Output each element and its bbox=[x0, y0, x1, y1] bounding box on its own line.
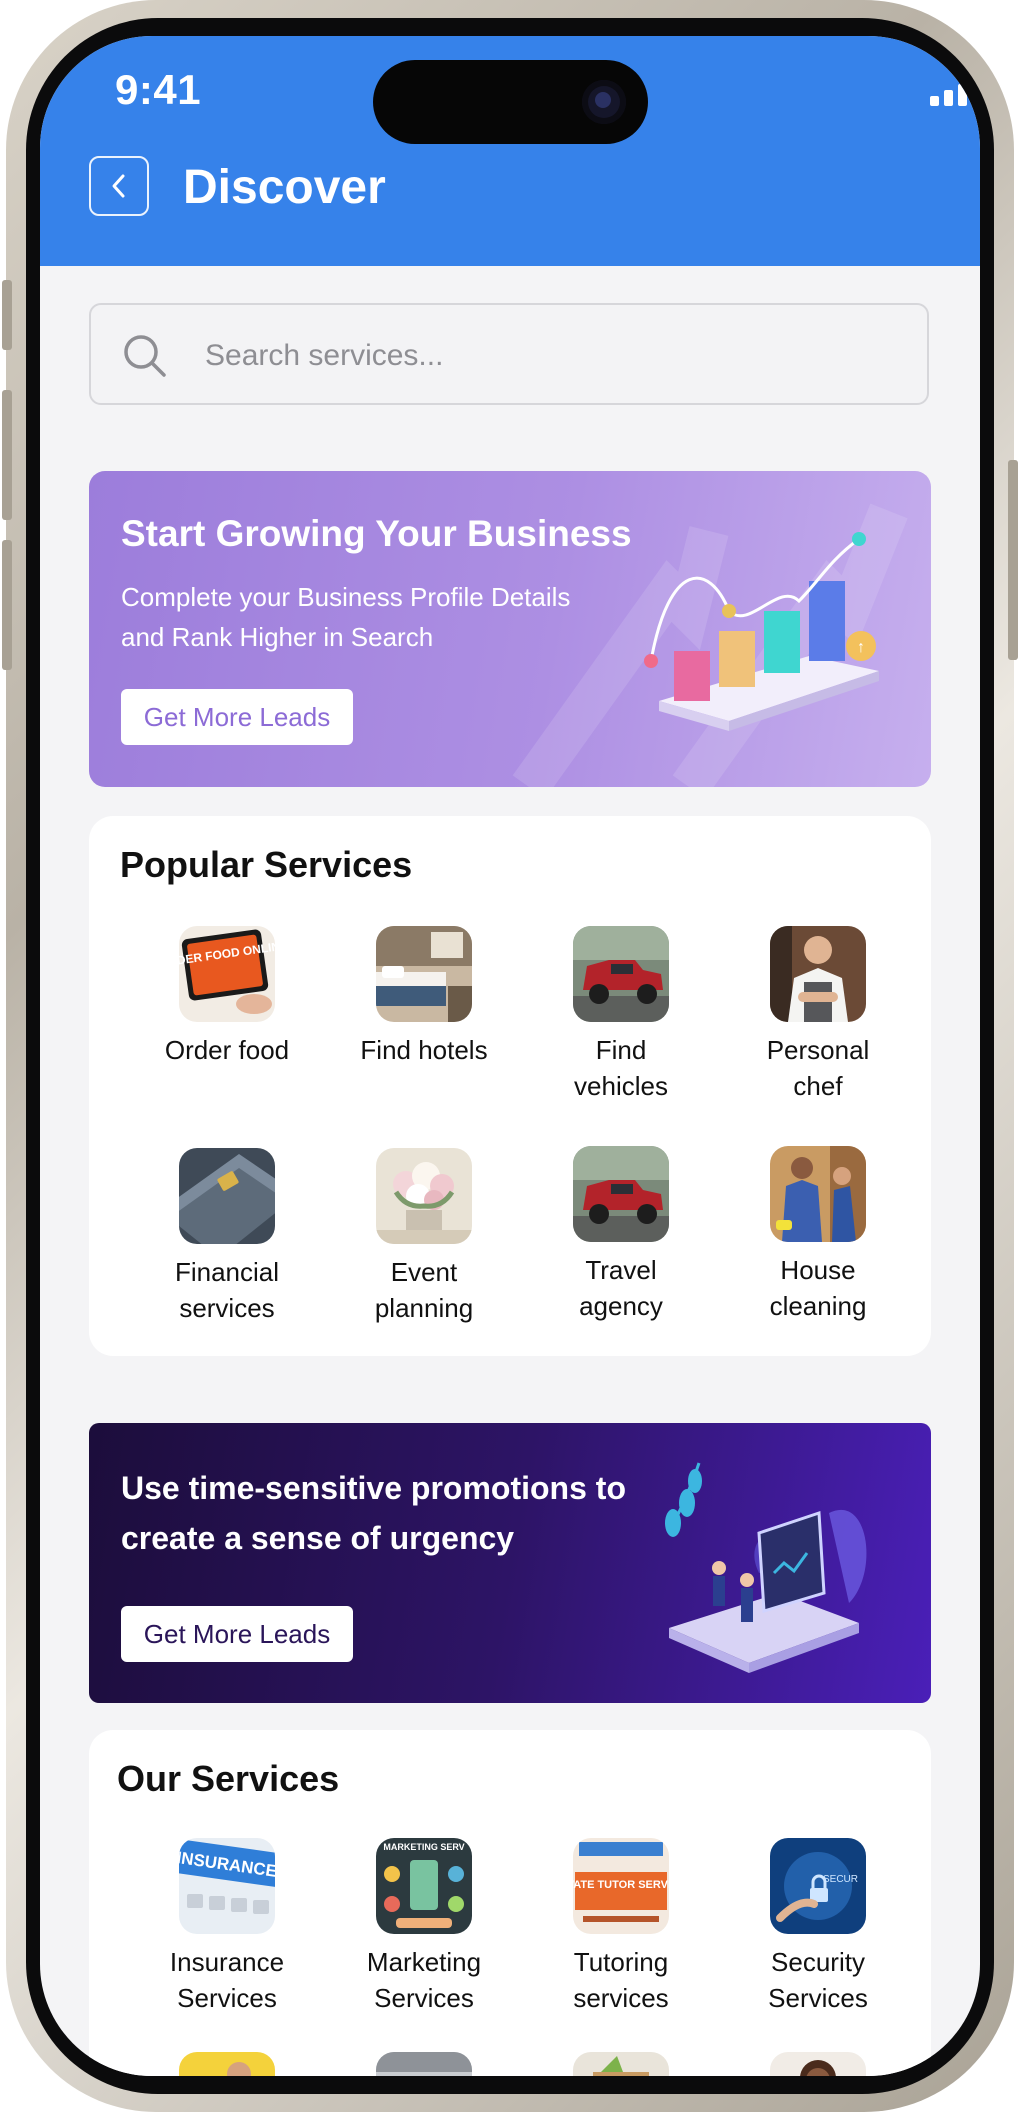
service-grocery[interactable] bbox=[546, 2052, 696, 2076]
screen: 9:41 Discover Search services... Start G… bbox=[40, 36, 980, 2076]
service-find-hotels[interactable]: Find hotels bbox=[349, 926, 499, 1068]
service-security[interactable]: SECUR Security Services bbox=[743, 1838, 893, 2016]
service-label: Financial services bbox=[174, 1257, 280, 1323]
growth-banner-subtitle: Complete your Business Profile Details a… bbox=[121, 582, 571, 652]
chef-icon bbox=[770, 926, 866, 1022]
svg-text:PRIVATE TUTOR SERVICES: PRIVATE TUTOR SERVICES bbox=[573, 1879, 669, 1891]
woman-portrait-icon bbox=[770, 2052, 866, 2076]
growth-banner-title: Start Growing Your Business bbox=[121, 513, 632, 554]
red-truck-icon bbox=[573, 1146, 669, 1242]
business-meeting-illustration-icon bbox=[665, 1462, 867, 1673]
service-label: Event planning bbox=[374, 1257, 474, 1323]
svg-text:↑: ↑ bbox=[857, 639, 865, 656]
service-label: Find hotels bbox=[360, 1035, 488, 1065]
service-tutoring[interactable]: PRIVATE TUTOR SERVICES Tutoring services bbox=[546, 1838, 696, 2016]
service-financial-services[interactable]: Financial services bbox=[152, 1148, 302, 1326]
service-label: House cleaning bbox=[769, 1255, 867, 1321]
our-services-title: Our Services bbox=[117, 1758, 340, 1799]
service-parking[interactable] bbox=[349, 2052, 499, 2076]
back-button[interactable] bbox=[89, 156, 149, 216]
service-order-food[interactable]: ORDER FOOD ONLINE Order food bbox=[152, 926, 302, 1068]
insurance-icon: INSURANCE bbox=[179, 1838, 275, 1934]
action-button bbox=[2, 280, 12, 350]
service-insurance[interactable]: INSURANCE Insurance Services bbox=[152, 1838, 302, 2016]
cellular-signal-icon bbox=[930, 76, 980, 106]
search-input[interactable] bbox=[203, 329, 897, 383]
front-camera-icon bbox=[582, 80, 626, 124]
search-icon bbox=[124, 335, 166, 377]
our-services-card: Our Services INSURANCE Insurance Service… bbox=[89, 1730, 931, 2076]
search-bar[interactable] bbox=[89, 303, 929, 405]
delivery-van-icon bbox=[179, 2052, 275, 2076]
service-event-planning[interactable]: Event planning bbox=[349, 1148, 499, 1326]
growth-banner[interactable]: Start Growing Your Business Complete you… bbox=[89, 471, 931, 787]
popular-services-card: Popular Services ORDER FOOD ONLINE Order… bbox=[89, 816, 931, 1356]
service-label: Tutoring services bbox=[573, 1947, 669, 2013]
promotions-banner[interactable]: Use time-sensitive promotions to create … bbox=[89, 1423, 931, 1703]
marketing-icon: MARKETING SERV bbox=[376, 1838, 472, 1934]
service-house-cleaning[interactable]: House cleaning bbox=[743, 1146, 893, 1324]
bar-chart-growth-icon: ↑ bbox=[644, 532, 879, 731]
popular-services-title: Popular Services bbox=[120, 844, 413, 885]
volume-down-button bbox=[2, 540, 12, 670]
service-travel-agency[interactable]: Travel agency bbox=[546, 1146, 696, 1324]
svg-text:SECUR: SECUR bbox=[823, 1874, 858, 1885]
svg-text:MARKETING SERV: MARKETING SERV bbox=[383, 1842, 464, 1852]
service-label: Security Services bbox=[768, 1947, 868, 2013]
get-more-leads-button[interactable]: Get More Leads bbox=[121, 1606, 353, 1662]
service-label: Travel agency bbox=[579, 1255, 663, 1321]
red-truck-icon bbox=[573, 926, 669, 1022]
credit-card-icon bbox=[179, 1148, 275, 1244]
app-header: 9:41 Discover bbox=[40, 36, 980, 266]
order-food-icon: ORDER FOOD ONLINE bbox=[179, 926, 275, 1022]
security-lock-icon: SECUR bbox=[770, 1838, 866, 1934]
get-more-leads-button[interactable]: Get More Leads bbox=[121, 689, 353, 745]
grocery-bag-icon bbox=[573, 2052, 669, 2076]
service-find-vehicles[interactable]: Find vehicles bbox=[546, 926, 696, 1104]
volume-up-button bbox=[2, 390, 12, 520]
dynamic-island bbox=[373, 60, 648, 144]
service-label: Marketing Services bbox=[366, 1947, 482, 2013]
chevron-left-icon bbox=[112, 174, 125, 198]
promotions-banner-title: Use time-sensitive promotions to create … bbox=[121, 1470, 626, 1556]
service-marketing[interactable]: MARKETING SERV Marketing Services bbox=[349, 1838, 499, 2016]
service-label: Find vehicles bbox=[574, 1035, 668, 1101]
service-personal-assistant[interactable] bbox=[743, 2052, 893, 2076]
tutor-flyer-icon: PRIVATE TUTOR SERVICES bbox=[573, 1838, 669, 1934]
hotel-room-icon bbox=[376, 926, 472, 1022]
garage-icon bbox=[376, 2052, 472, 2076]
status-time: 9:41 bbox=[115, 66, 202, 113]
power-button bbox=[1008, 460, 1018, 660]
service-label: Personal chef bbox=[766, 1035, 870, 1101]
flower-arrangement-icon bbox=[376, 1148, 472, 1244]
page-title: Discover bbox=[183, 161, 386, 214]
service-label: Insurance Services bbox=[169, 1947, 285, 2013]
service-delivery[interactable] bbox=[152, 2052, 302, 2076]
cleaner-icon bbox=[770, 1146, 866, 1242]
service-label: Order food bbox=[164, 1035, 290, 1065]
service-personal-chef[interactable]: Personal chef bbox=[743, 926, 893, 1104]
